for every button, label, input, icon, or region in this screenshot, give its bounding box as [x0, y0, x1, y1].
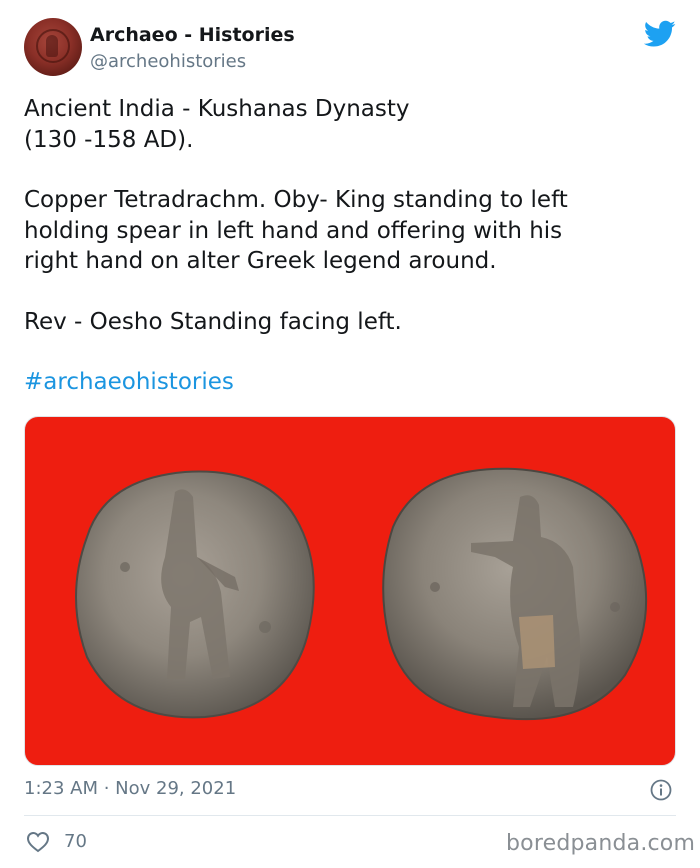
avatar[interactable] [24, 18, 82, 76]
tweet-body: Ancient India - Kushanas Dynasty (130 -1… [24, 94, 684, 398]
hashtag-link[interactable]: #archaeohistories [24, 367, 684, 398]
tweet-media[interactable] [24, 416, 676, 766]
coin-photo-icon [75, 467, 648, 721]
info-icon[interactable] [650, 779, 672, 801]
tweet-paragraph: Rev - Oesho Standing facing left. [24, 308, 402, 335]
tweet-paragraph: Ancient India - Kushanas Dynasty (130 -1… [24, 96, 410, 153]
watermark: boredpanda.com [506, 831, 696, 856]
divider [24, 815, 676, 816]
like-count: 70 [64, 831, 87, 852]
heart-icon[interactable] [26, 831, 50, 853]
author-handle[interactable]: @archeohistories [90, 51, 246, 72]
author-name[interactable]: Archaeo - Histories [90, 24, 295, 46]
twitter-bird-icon[interactable] [644, 20, 676, 48]
tweet-header: Archaeo - Histories @archeohistories [24, 18, 676, 78]
tweet-timestamp[interactable]: 1:23 AM · Nov 29, 2021 [24, 778, 236, 799]
tweet-paragraph: Copper Tetradrachm. Oby- King standing t… [24, 187, 568, 274]
